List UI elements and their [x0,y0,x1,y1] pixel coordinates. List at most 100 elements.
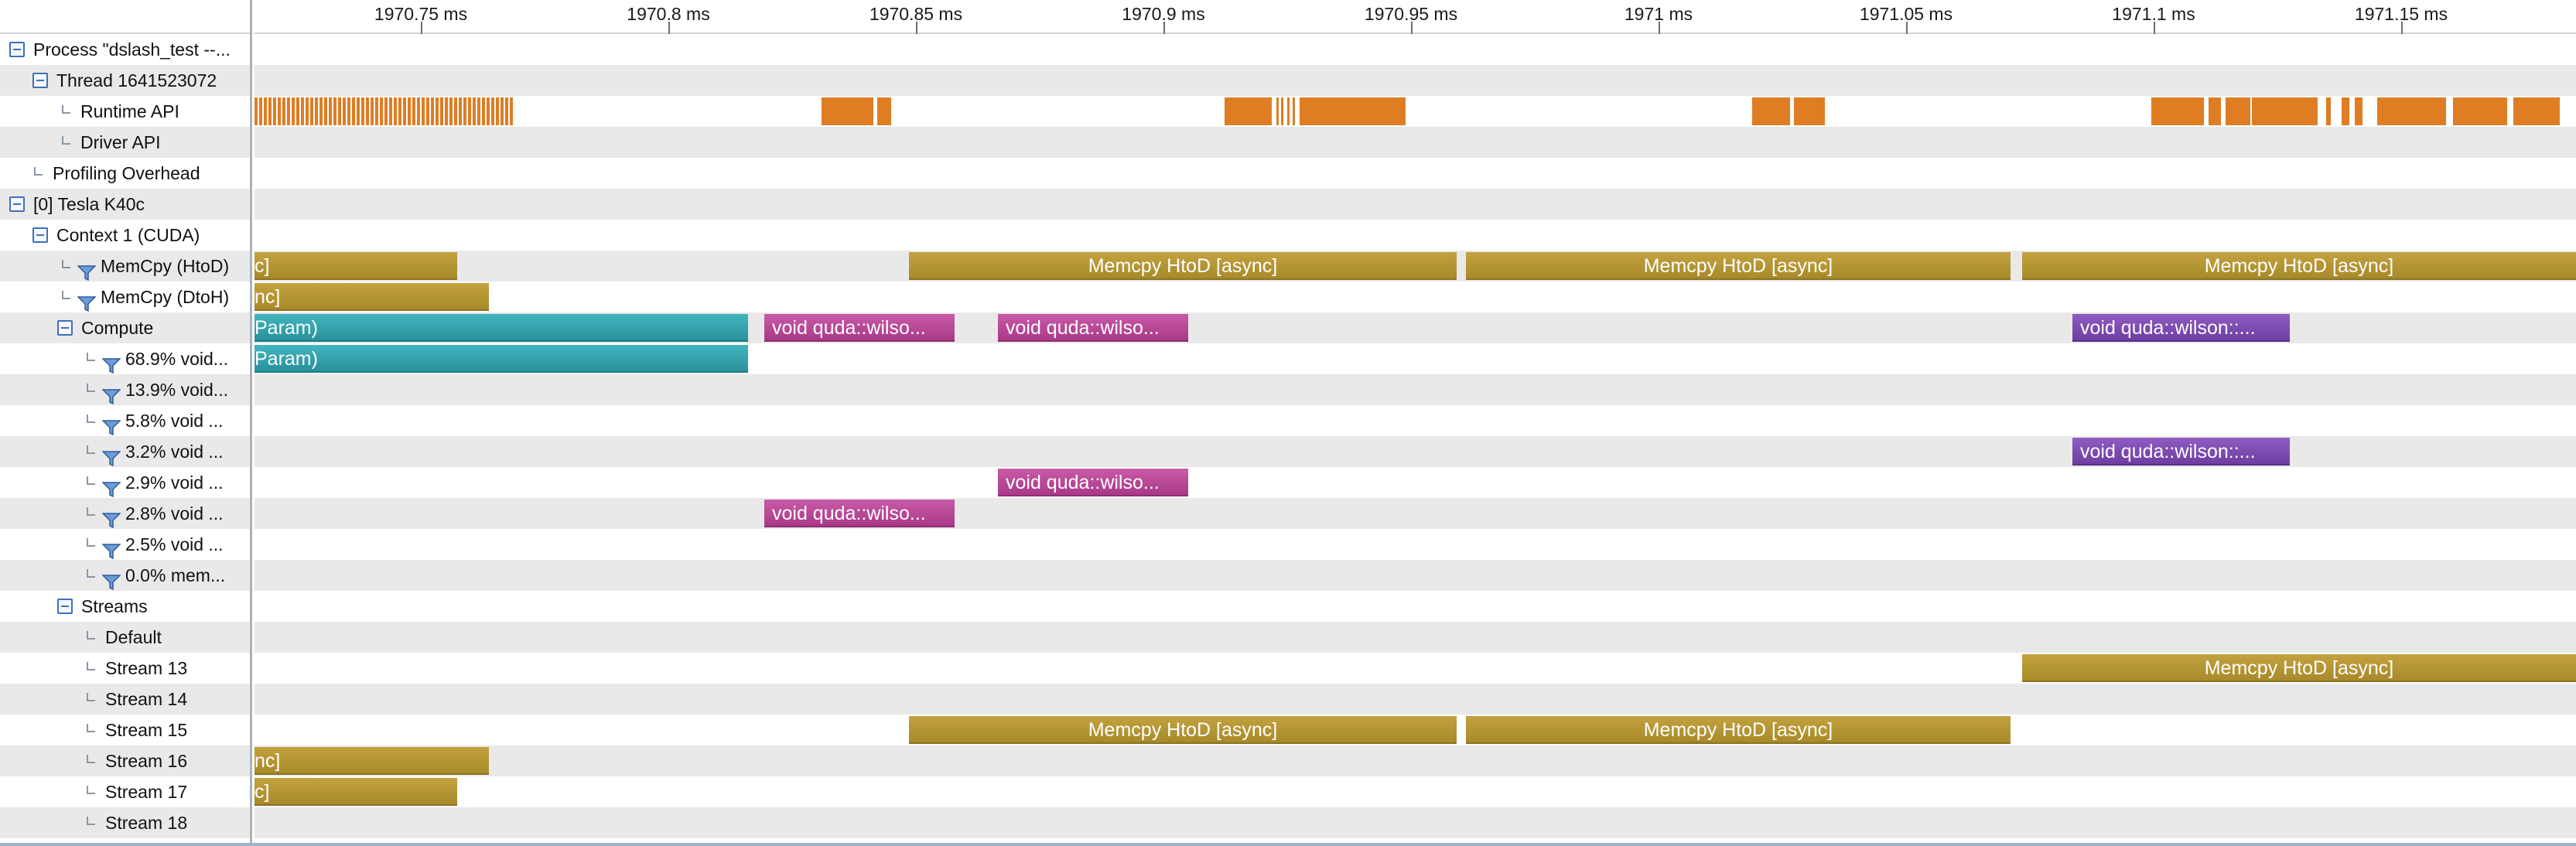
runtime-api-call[interactable] [347,97,350,125]
collapse-icon[interactable] [57,599,73,614]
kernel-segment[interactable]: void quda::wilson::... [2072,438,2290,466]
tree-row[interactable]: Stream 18 [0,807,250,838]
runtime-api-call[interactable] [440,97,443,125]
runtime-api-call[interactable] [292,97,295,125]
filter-icon[interactable] [101,445,121,467]
runtime-api-call[interactable] [333,97,337,125]
filter-icon[interactable] [101,352,121,374]
runtime-api-call[interactable] [459,97,462,125]
runtime-api-call[interactable] [264,97,267,125]
tree-row[interactable]: Stream 15 [0,715,250,745]
runtime-api-call[interactable] [491,97,494,125]
runtime-api-call[interactable] [473,97,476,125]
memcpy-segment[interactable]: nc] [255,747,489,775]
runtime-api-call[interactable] [310,97,313,125]
tree-row[interactable]: Driver API [0,127,250,158]
runtime-api-call[interactable] [375,97,378,125]
collapse-icon[interactable] [9,42,25,57]
memcpy-segment[interactable]: Memcpy HtoD [async] [909,716,1457,744]
tree-row[interactable]: Stream 16 [0,745,250,776]
runtime-api-call[interactable] [371,97,374,125]
tree-row[interactable]: MemCpy (DtoH) [0,281,250,312]
kernel-segment[interactable]: Param) [255,345,748,373]
runtime-api-call[interactable] [1287,97,1290,125]
kernel-segment[interactable]: Param) [255,314,748,342]
runtime-api-call[interactable] [505,97,508,125]
runtime-api-call[interactable] [259,97,262,125]
runtime-api-call[interactable] [1300,97,1406,125]
filter-icon[interactable] [101,537,121,560]
filter-icon[interactable] [77,259,97,281]
memcpy-segment[interactable]: c] [255,778,457,806]
runtime-api-call[interactable] [426,97,429,125]
tree-row[interactable]: Context 1 (CUDA) [0,220,250,251]
runtime-api-call[interactable] [357,97,360,125]
tree-row[interactable]: Stream 17 [0,776,250,807]
kernel-segment[interactable]: void quda::wilson::... [2072,314,2290,342]
memcpy-segment[interactable]: Memcpy HtoD [async] [1466,252,2011,280]
runtime-api-call[interactable] [1794,97,1825,125]
runtime-api-call[interactable] [1752,97,1790,125]
tree-row[interactable]: Profiling Overhead [0,158,250,189]
runtime-api-call[interactable] [482,97,485,125]
tree-row[interactable]: Stream 14 [0,684,250,715]
runtime-api-call[interactable] [403,97,406,125]
runtime-api-call[interactable] [408,97,411,125]
tree-row[interactable]: Stream 13 [0,653,250,684]
runtime-api-call[interactable] [822,97,873,125]
filter-icon[interactable] [77,290,97,312]
tree-row[interactable]: Streams [0,591,250,622]
runtime-api-call[interactable] [343,97,346,125]
runtime-api-call[interactable] [287,97,290,125]
kernel-segment[interactable]: void quda::wilso... [998,314,1188,342]
runtime-api-call[interactable] [301,97,304,125]
filter-icon[interactable] [101,383,121,405]
runtime-api-call[interactable] [384,97,388,125]
collapse-icon[interactable] [57,320,73,336]
runtime-api-call[interactable] [268,97,272,125]
runtime-api-call[interactable] [398,97,401,125]
runtime-api-call[interactable] [877,97,891,125]
tree-row[interactable]: 3.2% void ... [0,436,250,467]
kernel-segment[interactable]: void quda::wilso... [764,314,955,342]
memcpy-segment[interactable]: Memcpy HtoD [async] [909,252,1457,280]
tree-row[interactable]: Runtime API [0,96,250,127]
memcpy-segment[interactable]: Memcpy HtoD [async] [2022,654,2576,682]
runtime-api-call[interactable] [329,97,332,125]
runtime-api-call[interactable] [501,97,504,125]
tree-row[interactable]: 0.0% mem... [0,560,250,591]
runtime-api-call[interactable] [380,97,383,125]
runtime-api-call[interactable] [324,97,327,125]
runtime-api-call[interactable] [315,97,318,125]
collapse-icon[interactable] [9,196,25,212]
runtime-api-call[interactable] [2151,97,2204,125]
runtime-api-call[interactable] [463,97,466,125]
memcpy-segment[interactable]: Memcpy HtoD [async] [1466,716,2011,744]
tree-row[interactable]: Compute [0,312,250,343]
runtime-api-call[interactable] [296,97,299,125]
runtime-api-call[interactable] [454,97,457,125]
memcpy-segment[interactable]: Memcpy HtoD [async] [2022,252,2576,280]
runtime-api-call[interactable] [1281,97,1283,125]
runtime-api-call[interactable] [1293,97,1295,125]
runtime-api-call[interactable] [352,97,355,125]
runtime-api-call[interactable] [2377,97,2446,125]
runtime-api-call[interactable] [417,97,420,125]
tree-row[interactable]: 5.8% void ... [0,405,250,436]
tree-row[interactable]: 2.8% void ... [0,498,250,529]
runtime-api-call[interactable] [422,97,425,125]
runtime-api-call[interactable] [2209,97,2221,125]
runtime-api-call[interactable] [431,97,434,125]
tree-row[interactable]: Default [0,622,250,653]
runtime-api-call[interactable] [278,97,281,125]
runtime-api-call[interactable] [366,97,369,125]
runtime-api-call[interactable] [282,97,285,125]
kernel-segment[interactable]: void quda::wilso... [998,469,1188,496]
runtime-api-call[interactable] [306,97,309,125]
runtime-api-call[interactable] [1225,97,1272,125]
runtime-api-call[interactable] [477,97,480,125]
runtime-api-call[interactable] [338,97,341,125]
collapse-icon[interactable] [32,73,48,88]
runtime-api-call[interactable] [2252,97,2318,125]
runtime-api-call[interactable] [389,97,392,125]
